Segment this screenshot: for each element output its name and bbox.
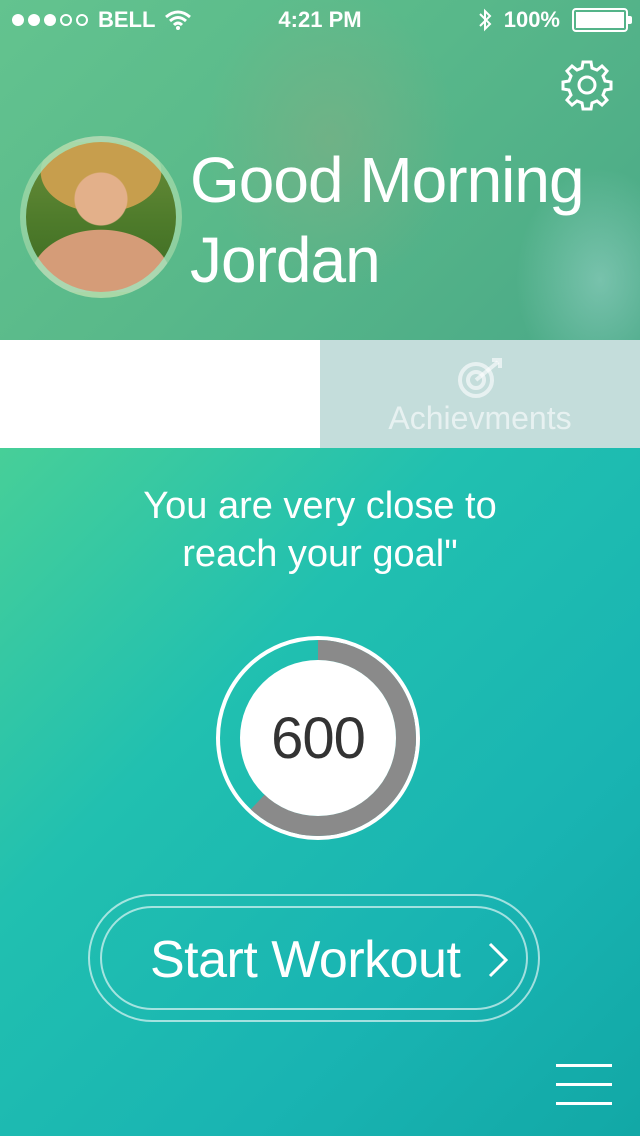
greeting: Good Morning Jordan xyxy=(190,140,630,300)
status-right: 100% xyxy=(478,7,632,33)
avatar[interactable] xyxy=(20,136,182,298)
message-line-2: reach your goal" xyxy=(182,533,458,575)
tab-goal-icon-wrap xyxy=(0,356,320,400)
battery-cap xyxy=(628,16,632,24)
hamburger-menu-icon[interactable] xyxy=(556,1064,612,1106)
tab-bar: Goal Achievments xyxy=(0,340,640,448)
battery-percentage: 100% xyxy=(503,7,560,32)
start-workout-button[interactable]: Start Workout xyxy=(88,894,540,1022)
greeting-title: Good Morning xyxy=(190,144,585,216)
tab-achievements-icon-wrap xyxy=(320,356,640,400)
start-workout-label: Start Workout xyxy=(150,931,461,989)
app-screen: BELL 4:21 PM 100% Good Morning Jordan Go… xyxy=(0,0,640,1136)
badge-star-icon xyxy=(147,358,173,398)
tab-goal-label: Goal xyxy=(126,400,194,436)
progress-value: 600 xyxy=(271,705,366,771)
target-icon xyxy=(458,358,502,398)
status-bar: BELL 4:21 PM 100% xyxy=(0,0,640,40)
header-hero: BELL 4:21 PM 100% Good Morning Jordan xyxy=(0,0,640,340)
chevron-right-icon xyxy=(488,942,508,978)
user-name: Jordan xyxy=(190,224,381,296)
message-line-1: You are very close to xyxy=(143,485,497,527)
main-content: You are very close to reach your goal" 6… xyxy=(0,448,640,1136)
menu-line xyxy=(556,1064,612,1067)
tab-achievements[interactable]: Achievments xyxy=(320,340,640,448)
tab-goal[interactable]: Goal xyxy=(0,340,320,448)
battery-icon xyxy=(572,8,632,32)
bluetooth-icon xyxy=(479,8,492,32)
tab-achievements-label: Achievments xyxy=(388,400,572,436)
gear-icon[interactable] xyxy=(560,58,614,112)
menu-line xyxy=(556,1083,612,1086)
battery-level xyxy=(576,12,624,28)
menu-line xyxy=(556,1102,612,1105)
motivation-message: You are very close to reach your goal" xyxy=(60,482,580,578)
